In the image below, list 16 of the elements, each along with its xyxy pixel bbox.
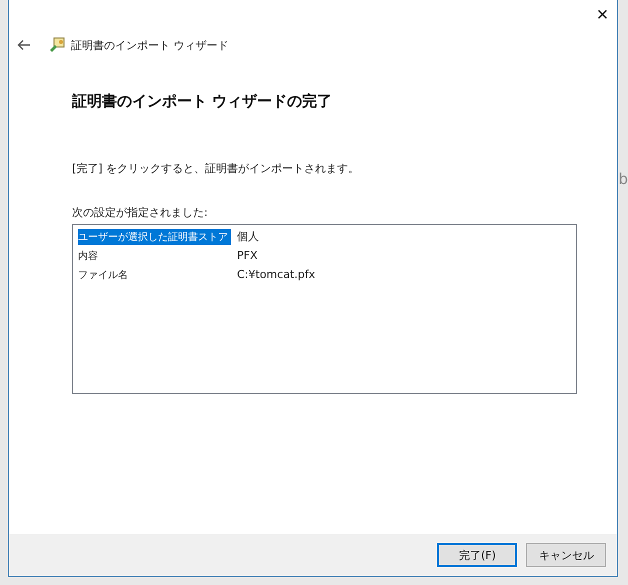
setting-value: C:¥tomcat.pfx <box>237 268 316 281</box>
setting-value: PFX <box>237 249 258 262</box>
setting-name[interactable]: ファイル名 <box>78 266 231 282</box>
background-text: b <box>618 170 628 188</box>
close-button[interactable]: × <box>587 0 618 30</box>
certificate-icon <box>49 37 65 53</box>
back-arrow-icon[interactable] <box>17 39 31 51</box>
settings-label: 次の設定が指定されました: <box>72 205 209 220</box>
setting-value: 個人 <box>237 229 259 244</box>
page-heading: 証明書のインポート ウィザードの完了 <box>72 92 334 111</box>
dialog-button[interactable]: キャンセル <box>526 543 606 567</box>
setting-name[interactable]: 内容 <box>78 248 231 264</box>
dialog-button[interactable]: 完了(F) <box>437 543 518 567</box>
setting-name[interactable]: ユーザーが選択した証明書ストア <box>78 228 231 244</box>
window-title: 証明書のインポート ウィザード <box>71 38 228 52</box>
instruction-text: [完了] をクリックすると、証明書がインポートされます。 <box>72 161 360 176</box>
